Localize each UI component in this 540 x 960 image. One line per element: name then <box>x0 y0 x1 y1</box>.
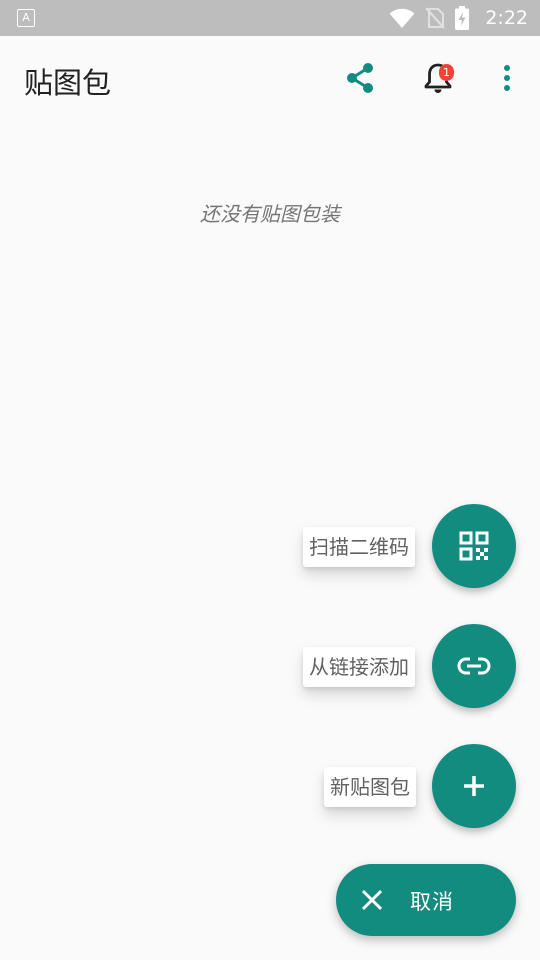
wifi-icon <box>389 8 415 28</box>
notification-a-icon: A <box>17 9 35 27</box>
qr-code-icon <box>459 531 489 561</box>
scan-qr-button[interactable] <box>432 504 516 588</box>
more-options-button[interactable] <box>487 58 527 98</box>
new-sticker-pack-label[interactable]: 新贴图包 <box>324 767 416 807</box>
page-title: 贴图包 <box>24 66 112 100</box>
link-icon <box>457 657 491 675</box>
notifications-button[interactable]: 1 <box>418 58 458 98</box>
no-sim-icon <box>425 7 446 29</box>
scan-qr-label[interactable]: 扫描二维码 <box>303 527 415 567</box>
notification-badge: 1 <box>439 64 454 81</box>
new-sticker-pack-button[interactable] <box>432 744 516 828</box>
cancel-label: 取消 <box>410 890 454 914</box>
cancel-button[interactable]: 取消 <box>336 864 516 936</box>
plus-icon <box>464 776 484 796</box>
share-button[interactable] <box>340 58 380 98</box>
status-icons: 2:22 <box>389 0 528 36</box>
screen: A 2:22 贴图包 1 还没有贴图包装 扫描二维码 从链接添加 新贴图包 取消 <box>0 0 540 960</box>
share-icon <box>347 63 373 93</box>
battery-charging-icon <box>455 6 470 30</box>
app-bar: 贴图包 1 <box>0 36 540 120</box>
status-time: 2:22 <box>485 7 528 29</box>
empty-state-message: 还没有贴图包装 <box>200 202 340 226</box>
close-icon <box>361 889 383 911</box>
add-from-link-button[interactable] <box>432 624 516 708</box>
add-from-link-label[interactable]: 从链接添加 <box>303 647 415 687</box>
status-bar: A 2:22 <box>0 0 540 36</box>
more-vert-icon <box>504 65 510 91</box>
